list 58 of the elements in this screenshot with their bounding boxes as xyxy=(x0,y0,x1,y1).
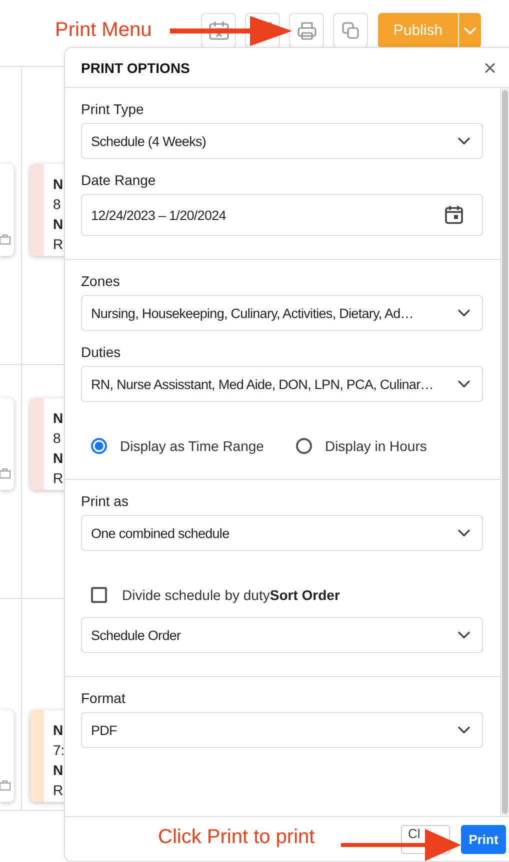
field-label: Print Type xyxy=(81,101,144,117)
select-field[interactable]: Schedule Order xyxy=(81,617,483,653)
card-text: N xyxy=(53,761,64,780)
checkbox-label: Divide schedule by duty xyxy=(122,587,270,603)
annotation-text: Print Menu xyxy=(55,19,152,42)
publish-menu-button[interactable] xyxy=(458,13,481,48)
scrollbar[interactable] xyxy=(500,88,509,816)
field-label: Date Range xyxy=(81,172,156,188)
close-icon[interactable] xyxy=(483,60,497,74)
print-button[interactable]: Print xyxy=(461,824,506,854)
shift-card[interactable] xyxy=(0,164,14,256)
radio-label: Display in Hours xyxy=(324,438,427,454)
date-field[interactable]: 12/24/2023 – 1/20/2024 xyxy=(81,194,483,236)
checkbox[interactable] xyxy=(91,587,107,603)
briefcase-icon xyxy=(0,780,11,791)
shift-card[interactable] xyxy=(0,398,14,490)
chevron-down-icon xyxy=(458,380,470,388)
card-text: N xyxy=(53,449,64,468)
card-text: 8 xyxy=(53,195,61,214)
radio-button[interactable] xyxy=(296,438,312,454)
card-text: N xyxy=(53,409,64,428)
calendar-x-icon xyxy=(208,20,230,42)
chevron-down-icon xyxy=(458,309,470,317)
panel-title: PRINT OPTIONS xyxy=(81,60,190,76)
printer-icon xyxy=(296,20,318,42)
card-text: R xyxy=(53,235,64,254)
card-text: N xyxy=(53,721,64,740)
select-field[interactable]: RN, Nurse Assisstant, Med Aide, DON, LPN, PCA, Culinar… xyxy=(81,366,483,402)
card-text: N xyxy=(53,215,64,234)
card-text: N xyxy=(53,175,64,194)
chevron-down-icon xyxy=(458,631,470,639)
shift-card[interactable] xyxy=(0,710,14,802)
field-label: Duties xyxy=(81,344,121,360)
card-text: 7: xyxy=(53,741,65,760)
copy-button[interactable] xyxy=(333,13,368,48)
field-label: Print as xyxy=(81,493,128,509)
card-text: 8 xyxy=(53,429,61,448)
select-field[interactable]: One combined schedule xyxy=(81,515,483,551)
briefcase-icon xyxy=(0,468,11,479)
chevron-down-icon xyxy=(458,529,470,537)
briefcase-icon xyxy=(0,234,11,245)
field-label: Format xyxy=(81,690,126,706)
calendar-icon xyxy=(444,205,464,225)
select-field[interactable]: Schedule (4 Weeks) xyxy=(81,123,483,159)
card-text: R xyxy=(53,469,64,488)
radio-button[interactable] xyxy=(91,438,107,454)
annotation-text: Click Print to print xyxy=(158,826,315,849)
chevron-down-icon xyxy=(464,26,476,34)
select-field[interactable]: PDF xyxy=(81,712,483,748)
copy-icon xyxy=(340,20,362,42)
field-label: Zones xyxy=(81,273,120,289)
card-text: R xyxy=(53,781,64,800)
chevron-down-icon xyxy=(458,137,470,145)
radio-label: Display as Time Range xyxy=(120,438,264,454)
field-label: Sort Order xyxy=(270,587,340,603)
select-field[interactable]: Nursing, Housekeeping, Culinary, Activities, Dietary, Ad… xyxy=(81,295,483,331)
chevron-down-icon xyxy=(458,726,470,734)
print-button[interactable] xyxy=(289,13,324,48)
